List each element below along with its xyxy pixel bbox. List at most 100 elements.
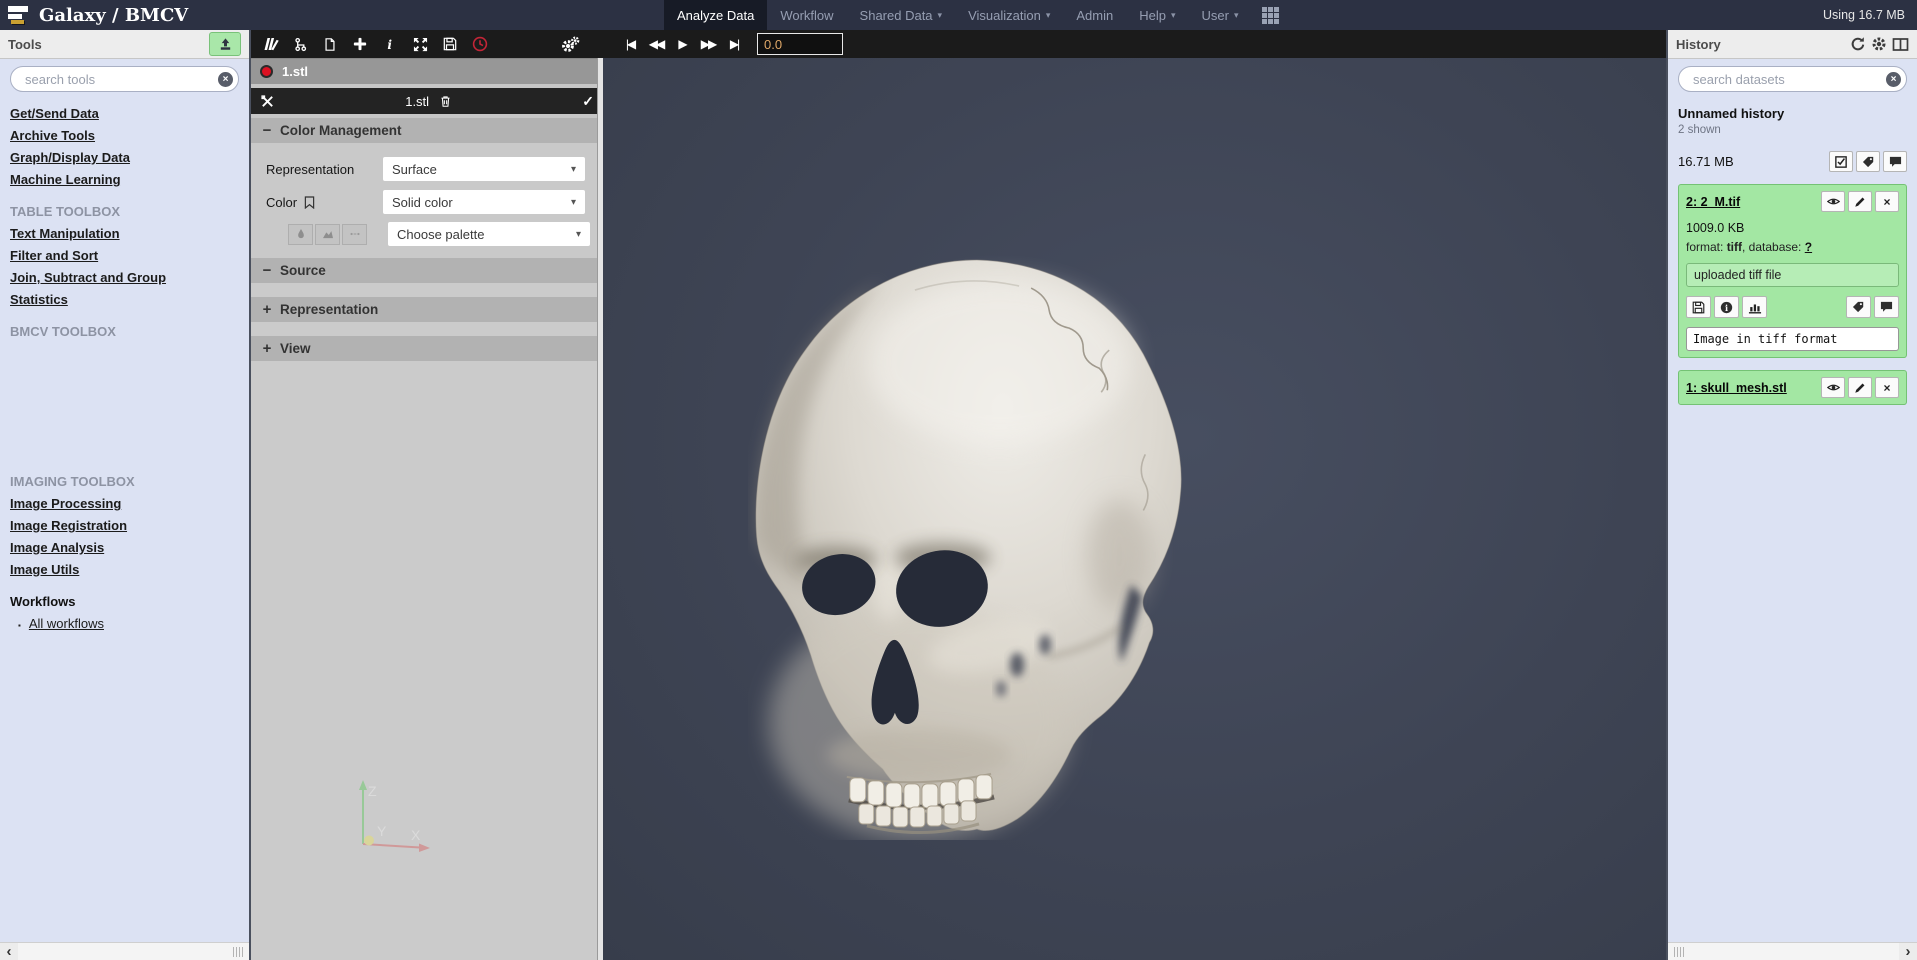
play-button[interactable]: ▶ bbox=[669, 30, 695, 58]
apply-check-icon[interactable]: ✓ bbox=[582, 93, 594, 110]
display-eye-button[interactable] bbox=[1821, 191, 1845, 212]
render-viewport-3d[interactable] bbox=[603, 58, 1668, 960]
tools-search-input[interactable] bbox=[23, 71, 218, 88]
download-save-button[interactable] bbox=[1686, 296, 1711, 318]
history-scrollbar-track[interactable] bbox=[1668, 943, 1899, 960]
color-label: Color bbox=[266, 195, 383, 210]
menu-admin[interactable]: Admin bbox=[1063, 0, 1126, 30]
upload-icon bbox=[218, 37, 233, 52]
tool-link[interactable]: Machine Learning bbox=[10, 172, 239, 194]
section-color-management[interactable]: − Color Management bbox=[251, 118, 603, 143]
tool-link[interactable]: Archive Tools bbox=[10, 128, 239, 150]
reset-session-clock-icon[interactable] bbox=[465, 30, 495, 58]
section-representation[interactable]: + Representation bbox=[251, 297, 603, 322]
color-by-select[interactable]: Solid color ▾ bbox=[383, 190, 585, 214]
pipeline-item-label: 1.stl bbox=[282, 64, 308, 79]
rewind-button[interactable]: ◀◀ bbox=[643, 30, 669, 58]
caret-down-icon: ▾ bbox=[1171, 10, 1176, 21]
history-search-input[interactable] bbox=[1691, 71, 1886, 88]
choose-palette-select[interactable]: Choose palette ▾ bbox=[388, 222, 590, 246]
clear-search-icon[interactable]: × bbox=[1886, 72, 1901, 87]
delete-x-button[interactable]: × bbox=[1875, 377, 1899, 398]
menu-analyze-data[interactable]: Analyze Data bbox=[664, 0, 767, 30]
skip-to-end-button[interactable]: ▶| bbox=[721, 30, 747, 58]
reset-camera-icon[interactable] bbox=[405, 30, 435, 58]
tool-link[interactable]: Image Registration bbox=[10, 518, 239, 540]
scrollbar-grip[interactable] bbox=[1668, 947, 1690, 957]
representation-label: Representation bbox=[266, 162, 383, 177]
pipeline-item[interactable]: 1.stl bbox=[251, 58, 603, 84]
menu-user[interactable]: User▾ bbox=[1189, 0, 1252, 30]
tools-scrollbar-track[interactable] bbox=[18, 943, 249, 960]
storage-usage[interactable]: Using 16.7 MB bbox=[1823, 0, 1905, 30]
scalar-range-chart-button[interactable] bbox=[315, 224, 340, 245]
add-source-icon[interactable] bbox=[345, 30, 375, 58]
file-icon[interactable] bbox=[315, 30, 345, 58]
display-eye-button[interactable] bbox=[1821, 377, 1845, 398]
edit-pencil-button[interactable] bbox=[1848, 191, 1872, 212]
proxy-editor-header[interactable]: 1.stl ✓ bbox=[251, 88, 603, 114]
history-name[interactable]: Unnamed history bbox=[1678, 106, 1907, 121]
tool-link[interactable]: Image Analysis bbox=[10, 540, 239, 562]
menu-visualization[interactable]: Visualization▾ bbox=[955, 0, 1063, 30]
menu-workflow[interactable]: Workflow bbox=[767, 0, 846, 30]
visualize-chart-button[interactable] bbox=[1742, 296, 1767, 318]
delete-trash-icon[interactable] bbox=[439, 94, 452, 108]
tool-category-table-toolbox[interactable]: TABLE TOOLBOX bbox=[10, 204, 239, 226]
history-options-gear-icon[interactable] bbox=[1871, 36, 1887, 52]
tool-category-bmcv-toolbox[interactable]: BMCV TOOLBOX bbox=[10, 324, 239, 346]
interactive-points-button[interactable] bbox=[342, 224, 367, 245]
dataset-size: 1009.0 KB bbox=[1686, 221, 1899, 235]
dataset-annotation-button[interactable] bbox=[1874, 296, 1899, 318]
apps-grid-icon[interactable] bbox=[1252, 0, 1289, 30]
select-items-button[interactable] bbox=[1829, 151, 1853, 172]
caret-down-icon: ▾ bbox=[576, 229, 581, 240]
save-state-icon[interactable] bbox=[435, 30, 465, 58]
settings-gears-icon[interactable] bbox=[555, 30, 585, 58]
edit-pencil-button[interactable] bbox=[1848, 377, 1872, 398]
skull-3d-render bbox=[748, 254, 1185, 840]
dataset-title-link[interactable]: 2: 2_M.tif bbox=[1686, 195, 1740, 209]
upload-data-button[interactable] bbox=[209, 32, 241, 56]
tool-link[interactable]: Join, Subtract and Group bbox=[10, 270, 239, 292]
history-tags-button[interactable] bbox=[1856, 151, 1880, 172]
solid-color-droplet-button[interactable] bbox=[288, 224, 313, 245]
menu-shared-data[interactable]: Shared Data▾ bbox=[847, 0, 956, 30]
expand-plus-icon: + bbox=[261, 301, 273, 318]
tool-category-imaging-toolbox[interactable]: IMAGING TOOLBOX bbox=[10, 474, 239, 496]
scrollbar-grip[interactable] bbox=[227, 947, 249, 957]
information-icon[interactable]: i bbox=[375, 30, 405, 58]
galaxy-logo[interactable]: Galaxy / BMCV bbox=[8, 0, 188, 30]
tool-link[interactable]: Filter and Sort bbox=[10, 248, 239, 270]
time-value-input[interactable] bbox=[757, 33, 843, 55]
multi-history-columns-icon[interactable] bbox=[1892, 37, 1909, 52]
clear-search-icon[interactable]: × bbox=[218, 72, 233, 87]
refresh-history-icon[interactable] bbox=[1850, 36, 1866, 52]
section-source[interactable]: − Source bbox=[251, 258, 603, 283]
history-title: History bbox=[1676, 37, 1721, 52]
menu-help[interactable]: Help▾ bbox=[1126, 0, 1188, 30]
all-workflows-link[interactable]: ▪ All workflows bbox=[10, 616, 239, 638]
visualizer-toolbar: i |◀ ◀◀ ▶ ▶▶ ▶| bbox=[251, 30, 1668, 58]
tool-link[interactable]: Image Utils bbox=[10, 562, 239, 584]
dataset-title-link[interactable]: 1: skull_mesh.stl bbox=[1686, 381, 1787, 395]
tool-link[interactable]: Image Processing bbox=[10, 496, 239, 518]
skip-to-start-button[interactable]: |◀ bbox=[617, 30, 643, 58]
dataset-item-1: 1: skull_mesh.stl × bbox=[1678, 370, 1907, 405]
database-link[interactable]: ? bbox=[1805, 240, 1812, 254]
collapse-right-panel-icon[interactable]: › bbox=[1899, 943, 1917, 960]
dataset-tags-button[interactable] bbox=[1846, 296, 1871, 318]
tool-link[interactable]: Text Manipulation bbox=[10, 226, 239, 248]
representation-select[interactable]: Surface ▾ bbox=[383, 157, 585, 181]
tool-link[interactable]: Get/Send Data bbox=[10, 106, 239, 128]
fast-forward-button[interactable]: ▶▶ bbox=[695, 30, 721, 58]
delete-x-button[interactable]: × bbox=[1875, 191, 1899, 212]
section-view[interactable]: + View bbox=[251, 336, 603, 361]
charts-icon[interactable] bbox=[255, 30, 285, 58]
tool-link[interactable]: Graph/Display Data bbox=[10, 150, 239, 172]
tool-link[interactable]: Statistics bbox=[10, 292, 239, 314]
pipeline-tree-icon[interactable] bbox=[285, 30, 315, 58]
collapse-left-panel-icon[interactable]: ‹ bbox=[0, 943, 18, 960]
history-annotation-button[interactable] bbox=[1883, 151, 1907, 172]
dataset-details-info-button[interactable]: i bbox=[1714, 296, 1739, 318]
